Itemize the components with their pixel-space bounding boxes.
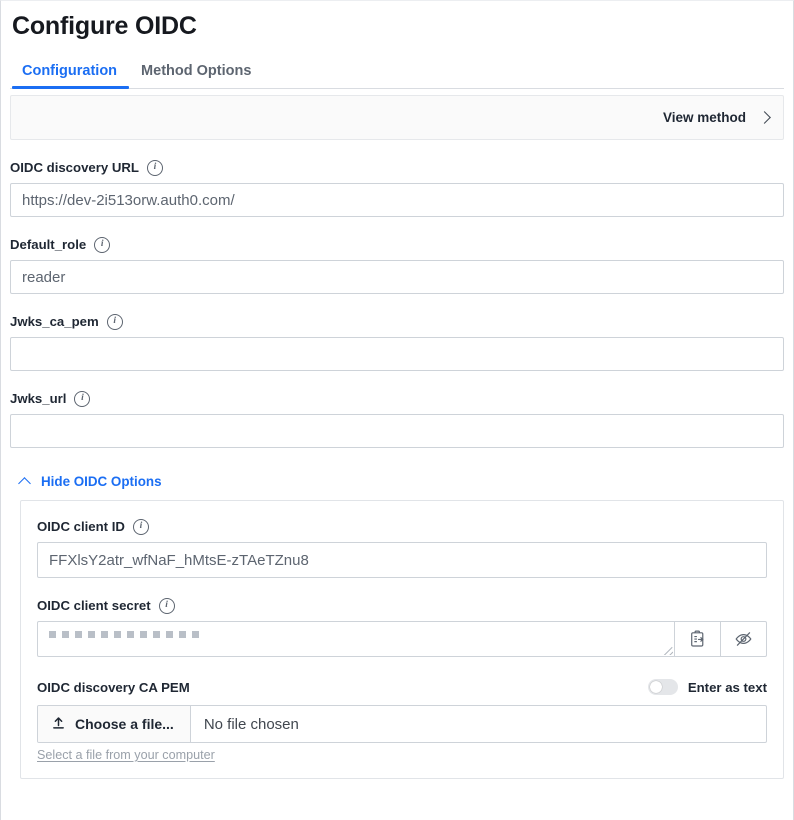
client-id-label-row: OIDC client ID i	[37, 519, 767, 535]
info-icon[interactable]: i	[146, 160, 163, 176]
file-picker: Choose a file... No file chosen	[37, 705, 767, 743]
info-icon[interactable]: i	[74, 391, 91, 407]
view-method-bar: View method	[10, 95, 784, 140]
tab-method-options[interactable]: Method Options	[129, 63, 263, 88]
jwks-ca-pem-label: Jwks_ca_pem	[10, 314, 99, 329]
masked-secret-value	[49, 631, 199, 638]
field-discovery-url: OIDC discovery URL i	[10, 160, 784, 217]
field-default-role: Default_role i	[10, 237, 784, 294]
eye-off-icon	[734, 630, 753, 648]
tab-configuration[interactable]: Configuration	[12, 63, 130, 89]
view-method-button[interactable]: View method	[662, 110, 771, 125]
jwks-url-label-row: Jwks_url i	[10, 391, 784, 407]
info-icon[interactable]: i	[132, 519, 149, 535]
copy-to-clipboard-button[interactable]	[675, 621, 721, 657]
choose-file-label: Choose a file...	[75, 716, 174, 732]
jwks-url-input[interactable]	[10, 414, 784, 448]
choose-file-button[interactable]: Choose a file...	[38, 706, 191, 742]
upload-icon	[52, 716, 65, 733]
default-role-input[interactable]	[10, 260, 784, 294]
field-jwks-url: Jwks_url i	[10, 391, 784, 448]
field-jwks-ca-pem: Jwks_ca_pem i	[10, 314, 784, 371]
chevron-right-icon	[758, 110, 771, 124]
jwks-ca-pem-label-row: Jwks_ca_pem i	[10, 314, 784, 330]
copy-to-clipboard-icon	[689, 630, 706, 648]
discovery-url-label: OIDC discovery URL	[10, 160, 139, 175]
client-secret-label-row: OIDC client secret i	[37, 598, 767, 614]
client-secret-label: OIDC client secret	[37, 598, 151, 613]
field-client-id: OIDC client ID i	[37, 519, 767, 578]
info-icon[interactable]: i	[106, 314, 123, 330]
ca-pem-header: OIDC discovery CA PEM Enter as text	[37, 679, 767, 695]
enter-as-text-label: Enter as text	[687, 679, 767, 695]
jwks-ca-pem-input[interactable]	[10, 337, 784, 371]
chevron-up-icon	[18, 477, 31, 490]
info-icon[interactable]: i	[158, 598, 175, 614]
default-role-label-row: Default_role i	[10, 237, 784, 253]
hide-oidc-options-toggle[interactable]: Hide OIDC Options	[18, 474, 162, 490]
jwks-url-label: Jwks_url	[10, 391, 67, 406]
default-role-label: Default_role	[10, 237, 87, 252]
page-title: Configure OIDC	[12, 12, 197, 40]
reveal-secret-button[interactable]	[721, 621, 767, 657]
field-client-secret: OIDC client secret i	[37, 598, 767, 657]
textarea-resize-handle[interactable]	[661, 643, 673, 655]
client-secret-input[interactable]	[37, 621, 675, 657]
ca-pem-label: OIDC discovery CA PEM	[37, 679, 190, 695]
info-icon[interactable]: i	[94, 237, 111, 253]
discovery-url-input[interactable]	[10, 183, 784, 217]
view-method-label: View method	[662, 110, 746, 125]
oidc-options-card: OIDC client ID i OIDC client secret i	[20, 500, 784, 779]
client-id-input[interactable]	[37, 542, 767, 578]
hide-oidc-options-label: Hide OIDC Options	[41, 474, 162, 489]
toggle-switch[interactable]	[647, 679, 678, 695]
discovery-url-label-row: OIDC discovery URL i	[10, 160, 784, 176]
enter-as-text-toggle[interactable]: Enter as text	[647, 679, 767, 695]
file-picker-help-text: Select a file from your computer	[37, 748, 215, 762]
client-id-label: OIDC client ID	[37, 519, 125, 534]
selected-file-name: No file chosen	[203, 715, 299, 733]
configure-oidc-page: Configure OIDC Configuration Method Opti…	[0, 0, 794, 820]
client-secret-row	[37, 621, 767, 657]
tab-bar: Configuration Method Options	[10, 55, 784, 89]
